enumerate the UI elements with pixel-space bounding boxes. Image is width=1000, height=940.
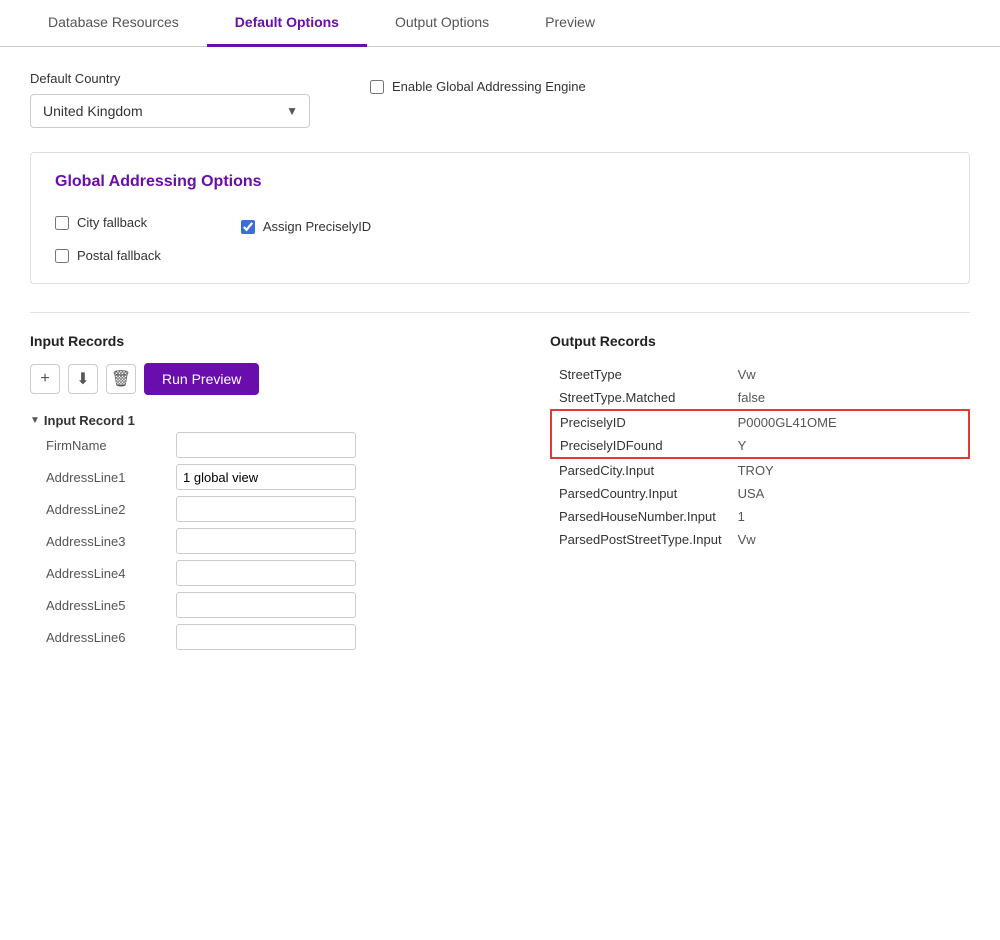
field-value-input[interactable] <box>176 496 356 522</box>
enable-global-addressing-label: Enable Global Addressing Engine <box>392 79 586 94</box>
global-addressing-options-body: City fallback Postal fallback Assign Pre… <box>55 207 945 263</box>
run-preview-button[interactable]: Run Preview <box>144 363 259 395</box>
city-fallback-checkbox[interactable] <box>55 216 69 230</box>
enable-global-addressing-checkbox[interactable] <box>370 80 384 94</box>
tab-preview[interactable]: Preview <box>517 0 623 47</box>
assign-precisely-id-col: Assign PreciselyID <box>241 207 371 263</box>
field-value-input[interactable] <box>176 432 356 458</box>
field-value-input[interactable] <box>176 528 356 554</box>
output-table-row: ParsedHouseNumber.Input1 <box>551 505 969 528</box>
output-table-row: StreetType.Matchedfalse <box>551 386 969 410</box>
input-record-1-label: Input Record 1 <box>44 413 135 428</box>
output-table-row: ParsedPostStreetType.InputVw <box>551 528 969 551</box>
default-country-select[interactable]: United Kingdom United States Canada Aust… <box>30 94 310 128</box>
field-value-input[interactable] <box>176 560 356 586</box>
field-value-input[interactable] <box>176 464 356 490</box>
postal-fallback-row: Postal fallback <box>55 248 161 263</box>
download-icon: ⬇ <box>76 369 89 389</box>
input-record-1-toggle[interactable]: ▼ Input Record 1 <box>30 409 530 432</box>
output-records-panel: Output Records StreetTypeVwStreetType.Ma… <box>550 333 970 551</box>
city-fallback-row: City fallback <box>55 215 161 230</box>
top-section: Default Country United Kingdom United St… <box>30 71 970 128</box>
output-records-header: Output Records <box>550 333 970 349</box>
city-fallback-label: City fallback <box>77 215 147 230</box>
output-field-value: false <box>730 386 969 410</box>
field-name-label: AddressLine5 <box>46 598 166 613</box>
tab-database-resources[interactable]: Database Resources <box>20 0 207 47</box>
tab-bar: Database Resources Default Options Outpu… <box>0 0 1000 47</box>
output-field-value: Vw <box>730 528 969 551</box>
delete-record-button[interactable]: 🗑 <box>106 364 136 394</box>
field-row: AddressLine4 <box>46 560 530 586</box>
global-addressing-options-title: Global Addressing Options <box>55 173 945 191</box>
main-content: Default Country United Kingdom United St… <box>0 47 1000 680</box>
field-row: AddressLine2 <box>46 496 530 522</box>
input-record-1-fields: FirmName AddressLine1 AddressLine2 AddressL… <box>30 432 530 650</box>
field-name-label: AddressLine6 <box>46 630 166 645</box>
global-addressing-engine-row: Enable Global Addressing Engine <box>370 79 586 94</box>
default-country-label: Default Country <box>30 71 310 86</box>
fallback-checkboxes: City fallback Postal fallback <box>55 207 161 263</box>
output-field-value: USA <box>730 482 969 505</box>
output-field-value: TROY <box>730 458 969 482</box>
field-name-label: FirmName <box>46 438 166 453</box>
download-record-button[interactable]: ⬇ <box>68 364 98 394</box>
field-name-label: AddressLine2 <box>46 502 166 517</box>
field-name-label: AddressLine4 <box>46 566 166 581</box>
output-field-name: StreetType.Matched <box>551 386 730 410</box>
output-table-row: PreciselyIDFoundY <box>551 434 969 458</box>
output-field-name: ParsedPostStreetType.Input <box>551 528 730 551</box>
output-field-name: PreciselyID <box>551 410 730 434</box>
output-field-value: Vw <box>730 363 969 386</box>
output-field-name: StreetType <box>551 363 730 386</box>
default-country-select-wrapper: United Kingdom United States Canada Aust… <box>30 94 310 128</box>
output-table-row: ParsedCountry.InputUSA <box>551 482 969 505</box>
output-records-title: Output Records <box>550 333 656 349</box>
field-row: AddressLine5 <box>46 592 530 618</box>
caret-down-icon: ▼ <box>30 415 40 426</box>
assign-precisely-id-label: Assign PreciselyID <box>263 219 371 234</box>
field-row: AddressLine6 <box>46 624 530 650</box>
tab-output-options[interactable]: Output Options <box>367 0 517 47</box>
input-record-tree: ▼ Input Record 1 FirmName AddressLine1 Add… <box>30 409 530 650</box>
add-record-button[interactable]: + <box>30 364 60 394</box>
field-row: AddressLine3 <box>46 528 530 554</box>
assign-precisely-id-row: Assign PreciselyID <box>241 219 371 234</box>
field-row: FirmName <box>46 432 530 458</box>
field-name-label: AddressLine3 <box>46 534 166 549</box>
output-field-value: 1 <box>730 505 969 528</box>
assign-precisely-id-checkbox[interactable] <box>241 220 255 234</box>
output-records-table: StreetTypeVwStreetType.MatchedfalsePreci… <box>550 363 970 551</box>
input-records-panel: Input Records + ⬇ 🗑 Run Preview ▼ Input … <box>30 333 550 656</box>
global-addressing-options-box: Global Addressing Options City fallback … <box>30 152 970 284</box>
output-field-value: P0000GL41OME <box>730 410 969 434</box>
output-table-row: StreetTypeVw <box>551 363 969 386</box>
field-name-label: AddressLine1 <box>46 470 166 485</box>
output-field-value: Y <box>730 434 969 458</box>
output-field-name: ParsedHouseNumber.Input <box>551 505 730 528</box>
default-country-group: Default Country United Kingdom United St… <box>30 71 310 128</box>
postal-fallback-checkbox[interactable] <box>55 249 69 263</box>
postal-fallback-label: Postal fallback <box>77 248 161 263</box>
section-divider <box>30 312 970 313</box>
field-row: AddressLine1 <box>46 464 530 490</box>
records-section: Input Records + ⬇ 🗑 Run Preview ▼ Input … <box>30 333 970 656</box>
trash-icon: 🗑 <box>111 369 131 389</box>
field-value-input[interactable] <box>176 624 356 650</box>
output-table-row: PreciselyIDP0000GL41OME <box>551 410 969 434</box>
output-field-name: ParsedCountry.Input <box>551 482 730 505</box>
output-table-row: ParsedCity.InputTROY <box>551 458 969 482</box>
input-records-toolbar: + ⬇ 🗑 Run Preview <box>30 363 530 395</box>
plus-icon: + <box>40 370 49 388</box>
field-value-input[interactable] <box>176 592 356 618</box>
output-field-name: PreciselyIDFound <box>551 434 730 458</box>
output-field-name: ParsedCity.Input <box>551 458 730 482</box>
tab-default-options[interactable]: Default Options <box>207 0 367 47</box>
input-records-title: Input Records <box>30 333 124 349</box>
input-records-header: Input Records <box>30 333 530 349</box>
